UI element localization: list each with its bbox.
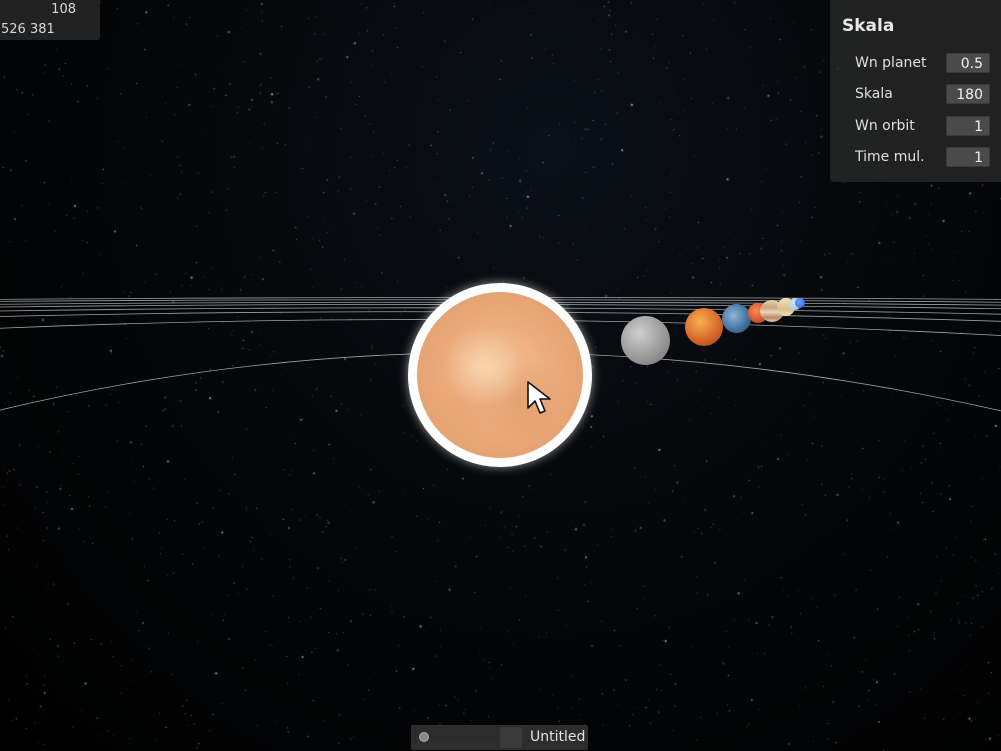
document-title: Untitled xyxy=(530,729,586,745)
time-multiplier-input[interactable]: 1 xyxy=(946,147,990,167)
fps-counter: 108 xyxy=(51,2,76,17)
stats-overlay: 108 526 381 xyxy=(0,0,100,40)
color-swatch-button[interactable] xyxy=(500,727,522,748)
field-label: Wn orbit xyxy=(855,118,915,134)
slider-knob-icon[interactable] xyxy=(419,732,429,742)
field-label: Time mul. xyxy=(855,149,925,165)
field-label: Skala xyxy=(855,86,893,102)
field-row-orbit-size: Wn orbit 1 xyxy=(855,116,990,138)
field-row-time-multiplier: Time mul. 1 xyxy=(855,147,990,169)
scale-input[interactable]: 180 xyxy=(946,84,990,104)
mercury[interactable] xyxy=(621,316,670,365)
field-row-planet-size: Wn planet 0.5 xyxy=(855,53,990,75)
venus[interactable] xyxy=(685,308,723,346)
neptune[interactable] xyxy=(795,298,805,308)
bottom-bar: Untitled xyxy=(411,725,588,750)
arrow-cursor-icon xyxy=(527,381,551,414)
orbit-size-input[interactable]: 1 xyxy=(946,116,990,136)
settings-panel: Skala Wn planet 0.5 Skala 180 Wn orbit 1… xyxy=(830,0,1001,182)
field-label: Wn planet xyxy=(855,55,927,71)
sun[interactable] xyxy=(417,292,583,458)
earth[interactable] xyxy=(722,304,751,333)
timeline-slider[interactable] xyxy=(419,731,499,743)
memory-counter: 526 381 xyxy=(1,22,55,37)
planet-size-input[interactable]: 0.5 xyxy=(946,53,990,73)
field-row-scale: Skala 180 xyxy=(855,84,990,106)
slider-track xyxy=(419,736,495,739)
panel-title: Skala xyxy=(842,16,895,36)
